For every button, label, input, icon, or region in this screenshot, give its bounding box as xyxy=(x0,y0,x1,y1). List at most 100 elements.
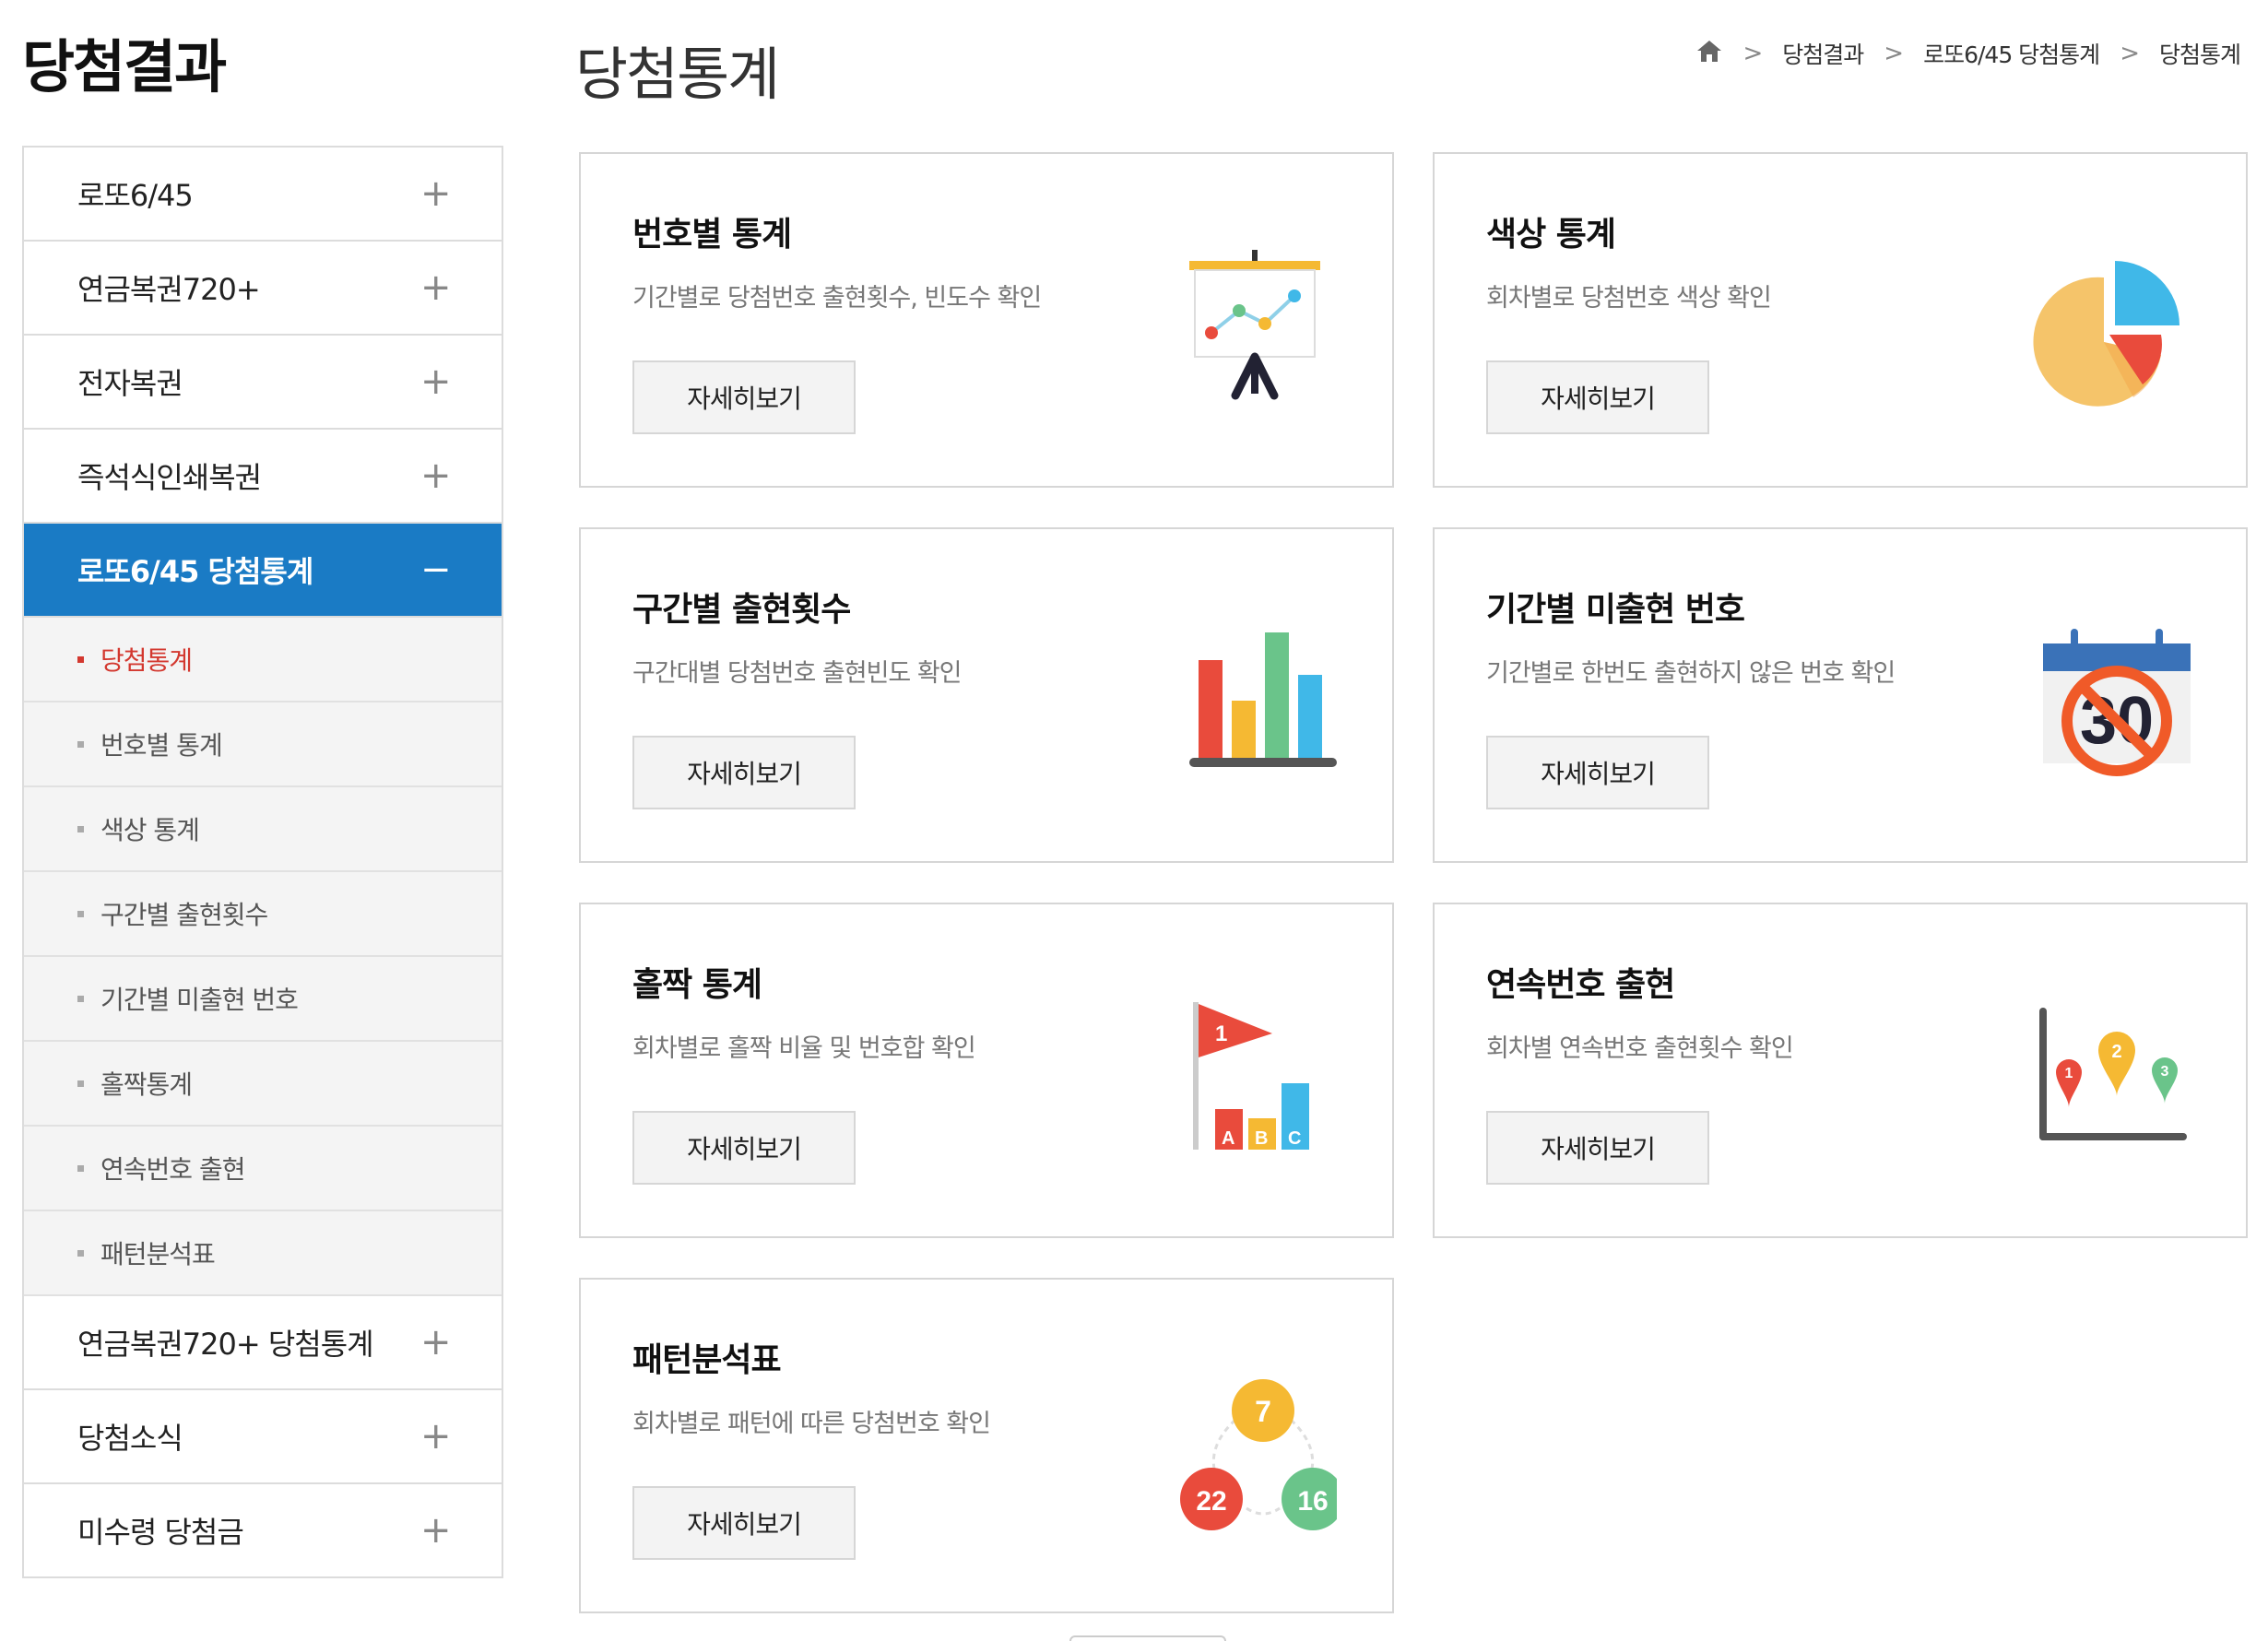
bullet-icon xyxy=(77,655,84,663)
pie-chart-icon xyxy=(2033,261,2179,407)
sidebar-subitem-stats[interactable]: 당첨통계 xyxy=(24,618,502,702)
sidebar-subitem-label: 기간별 미출현 번호 xyxy=(100,985,299,1015)
ball-number-text: 7 xyxy=(1255,1395,1271,1428)
bullet-icon xyxy=(77,740,84,748)
card-description: 회차별로 당첨번호 색상 확인 xyxy=(1486,284,1772,313)
sidebar-item-unclaimed-prize[interactable]: 미수령 당첨금 + xyxy=(24,1484,502,1578)
plus-icon[interactable]: + xyxy=(420,266,452,309)
card-description: 기간별로 당첨번호 출현횟수, 빈도수 확인 xyxy=(632,284,1042,313)
pin-number-text: 1 xyxy=(2065,1066,2073,1081)
sidebar-item-lotto-stats[interactable]: 로또6/45 당첨통계 − xyxy=(24,524,502,618)
plus-icon[interactable]: + xyxy=(420,1509,452,1552)
sidebar-item-electronic-lottery[interactable]: 전자복권 + xyxy=(24,336,502,430)
detail-button[interactable]: 자세히보기 xyxy=(1486,736,1709,809)
card-unappeared-numbers: 기간별 미출현 번호 기간별로 한번도 출현하지 않은 번호 확인 자세히보기 … xyxy=(1433,527,2248,863)
flag-bars-icon: 1 A B C xyxy=(1193,1002,1309,1150)
sidebar-subitem-consecutive[interactable]: 연속번호 출현 xyxy=(24,1127,502,1211)
sidebar-item-label: 로또6/45 xyxy=(77,178,194,213)
card-description: 회차별로 홀짝 비율 및 번호합 확인 xyxy=(632,1034,976,1063)
card-pattern-analysis: 패턴분석표 회차별로 패턴에 따른 당첨번호 확인 자세히보기 7 22 16 xyxy=(579,1278,1394,1613)
detail-button[interactable]: 자세히보기 xyxy=(632,1486,856,1560)
card-description: 구간대별 당첨번호 출현빈도 확인 xyxy=(632,659,963,688)
sidebar-nav: 로또6/45 + 연금복권720+ + 전자복권 + 즉석식인쇄복권 + 로또6… xyxy=(22,146,503,1578)
sidebar-item-label: 즉석식인쇄복권 xyxy=(77,460,262,495)
bar-letter-text: A xyxy=(1222,1128,1234,1149)
sidebar-item-news[interactable]: 당첨소식 + xyxy=(24,1390,502,1484)
breadcrumb-separator: > xyxy=(2120,40,2140,67)
bar-letter-text: C xyxy=(1288,1128,1301,1149)
bullet-icon xyxy=(77,995,84,1002)
detail-button[interactable]: 자세히보기 xyxy=(632,1111,856,1185)
scroll-top-button[interactable] xyxy=(1069,1635,1226,1641)
ball-number-text: 16 xyxy=(1297,1486,1328,1517)
bullet-icon xyxy=(77,910,84,917)
detail-button[interactable]: 자세히보기 xyxy=(632,736,856,809)
breadcrumb-separator: > xyxy=(1884,40,1904,67)
bar-chart-icon xyxy=(1189,632,1337,767)
sidebar-item-label: 미수령 당첨금 xyxy=(77,1515,244,1550)
detail-button[interactable]: 자세히보기 xyxy=(632,360,856,434)
sidebar-subitem-label: 색상 통계 xyxy=(100,815,200,845)
plus-icon[interactable]: + xyxy=(420,1415,452,1458)
sidebar-subitem-odd-even[interactable]: 홀짝통계 xyxy=(24,1042,502,1127)
sidebar-item-pension720[interactable]: 연금복권720+ + xyxy=(24,242,502,336)
plus-icon[interactable]: + xyxy=(420,1321,452,1364)
calendar-no-icon: 30 xyxy=(2043,629,2191,776)
bullet-icon xyxy=(77,1080,84,1087)
sidebar-title: 당첨결과 xyxy=(22,33,227,100)
sidebar-item-label: 연금복권720+ 당첨통계 xyxy=(77,1327,374,1362)
sidebar-item-label: 로또6/45 당첨통계 xyxy=(77,554,313,589)
map-pins-icon: 1 2 3 xyxy=(2039,1008,2187,1140)
plus-icon[interactable]: + xyxy=(420,172,452,215)
breadcrumb-item[interactable]: 로또6/45 당첨통계 xyxy=(1923,37,2100,70)
ball-number-text: 22 xyxy=(1196,1486,1226,1517)
bullet-icon xyxy=(77,825,84,832)
sidebar-subitem-range-count[interactable]: 구간별 출현횟수 xyxy=(24,872,502,957)
sidebar-subitem-label: 당첨통계 xyxy=(100,645,193,676)
minus-icon[interactable]: − xyxy=(420,549,452,591)
presentation-chart-icon xyxy=(1189,250,1320,400)
bullet-icon xyxy=(77,1164,84,1172)
flag-number-text: 1 xyxy=(1215,1021,1227,1046)
plus-icon[interactable]: + xyxy=(420,455,452,497)
sidebar-subitem-label: 구간별 출현횟수 xyxy=(100,900,268,930)
card-title: 패턴분석표 xyxy=(632,1341,782,1379)
plus-icon[interactable]: + xyxy=(420,360,452,403)
sidebar-subitem-unappeared[interactable]: 기간별 미출현 번호 xyxy=(24,957,502,1042)
sidebar-subitem-label: 패턴분석표 xyxy=(100,1239,216,1269)
card-description: 기간별로 한번도 출현하지 않은 번호 확인 xyxy=(1486,659,1896,688)
pin-number-text: 2 xyxy=(2111,1042,2121,1062)
card-description: 회차별로 패턴에 따른 당첨번호 확인 xyxy=(632,1410,991,1438)
card-title: 연속번호 출현 xyxy=(1486,966,1675,1004)
card-number-stats: 번호별 통계 기간별로 당첨번호 출현횟수, 빈도수 확인 자세히보기 xyxy=(579,152,1394,488)
breadcrumb: > 당첨결과 > 로또6/45 당첨통계 > 당첨통계 xyxy=(1696,37,2241,70)
card-range-count: 구간별 출현횟수 구간대별 당첨번호 출현빈도 확인 자세히보기 xyxy=(579,527,1394,863)
detail-button[interactable]: 자세히보기 xyxy=(1486,1111,1709,1185)
sidebar-subitem-color-stats[interactable]: 색상 통계 xyxy=(24,787,502,872)
sidebar-subitem-label: 연속번호 출현 xyxy=(100,1154,245,1185)
sidebar-item-label: 연금복권720+ xyxy=(77,272,261,307)
bullet-icon xyxy=(77,1249,84,1257)
card-title: 색상 통계 xyxy=(1486,216,1616,254)
breadcrumb-separator: > xyxy=(1742,40,1763,67)
sidebar-subitem-label: 홀짝통계 xyxy=(100,1069,193,1100)
detail-button[interactable]: 자세히보기 xyxy=(1486,360,1709,434)
sidebar-subitem-pattern[interactable]: 패턴분석표 xyxy=(24,1211,502,1296)
card-color-stats: 색상 통계 회차별로 당첨번호 색상 확인 자세히보기 xyxy=(1433,152,2248,488)
breadcrumb-item-current: 당첨통계 xyxy=(2158,41,2241,68)
bar-letter-text: B xyxy=(1255,1128,1268,1149)
sidebar-item-instant-lottery[interactable]: 즉석식인쇄복권 + xyxy=(24,430,502,524)
sidebar-item-lotto645[interactable]: 로또6/45 + xyxy=(24,148,502,242)
card-odd-even: 홀짝 통계 회차별로 홀짝 비율 및 번호합 확인 자세히보기 1 A B C xyxy=(579,903,1394,1238)
sidebar-subitem-number-stats[interactable]: 번호별 통계 xyxy=(24,702,502,787)
pin-number-text: 3 xyxy=(2161,1064,2169,1080)
card-title: 구간별 출현횟수 xyxy=(632,591,851,629)
card-description: 회차별 연속번호 출현횟수 확인 xyxy=(1486,1034,1794,1063)
home-icon[interactable] xyxy=(1696,39,1722,68)
breadcrumb-item[interactable]: 당첨결과 xyxy=(1782,37,1864,70)
sidebar-subitem-label: 번호별 통계 xyxy=(100,730,223,761)
sidebar-item-label: 당첨소식 xyxy=(77,1421,183,1456)
sidebar-item-pension-stats[interactable]: 연금복권720+ 당첨통계 + xyxy=(24,1296,502,1390)
sidebar-item-label: 전자복권 xyxy=(77,366,183,401)
page-title: 당첨통계 xyxy=(575,41,780,108)
